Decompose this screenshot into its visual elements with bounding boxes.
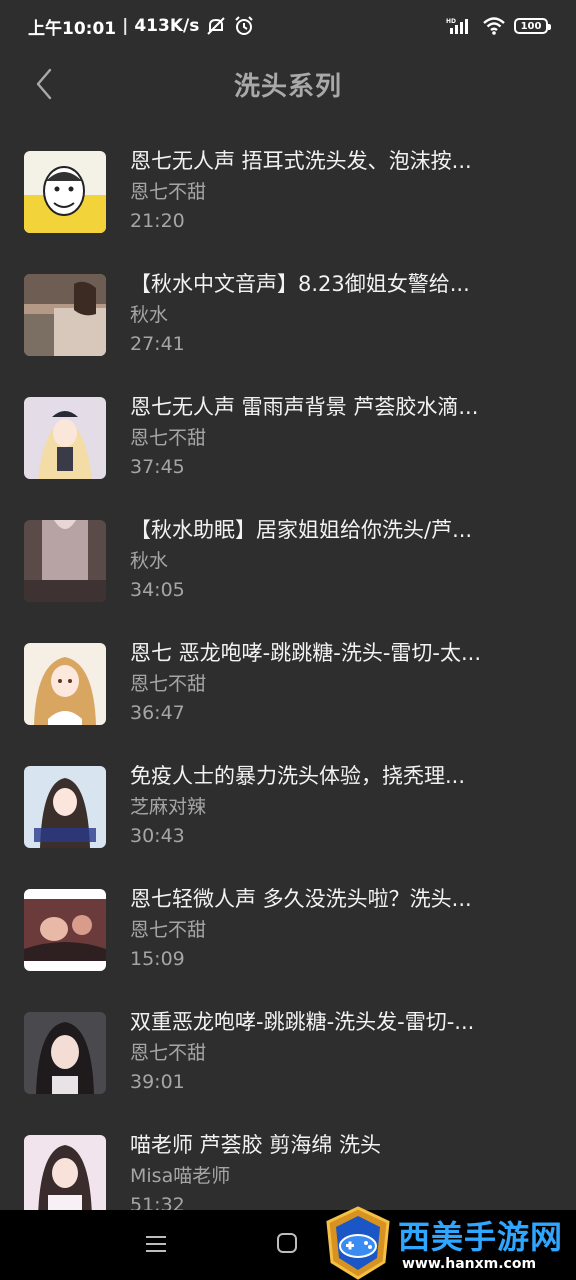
item-duration: 37:45 <box>130 456 185 478</box>
battery-icon: 100 <box>514 18 551 34</box>
list-item[interactable]: 恩七无人声 捂耳式洗头发、泡沫按... 恩七不甜 21:20 <box>0 128 576 251</box>
thumbnail <box>24 766 106 848</box>
status-right: HD 100 <box>446 16 551 36</box>
item-text: 恩七 恶龙咆哮-跳跳糖-洗头-雷切-太... 恩七不甜 36:47 <box>130 638 552 727</box>
list-item[interactable]: 免疫人士的暴力洗头体验，挠秃理... 芝麻对辣 30:43 <box>0 743 576 866</box>
list-item[interactable]: 【秋水助眠】居家姐姐给你洗头/芦... 秋水 34:05 <box>0 497 576 620</box>
item-author: 恩七不甜 <box>130 673 207 695</box>
signal-icon: HD <box>446 16 474 36</box>
item-title: 免疫人士的暴力洗头体验，挠秃理... <box>130 764 466 788</box>
watermark: 西美手游网 www.hanxm.com <box>322 1206 572 1280</box>
item-duration: 36:47 <box>130 702 185 724</box>
item-duration: 39:01 <box>130 1071 185 1093</box>
item-author: 恩七不甜 <box>130 427 207 449</box>
list-item[interactable]: 双重恶龙咆哮-跳跳糖-洗头发-雷切-... 恩七不甜 39:01 <box>0 989 576 1112</box>
network-speed: 413K/s <box>134 16 200 36</box>
wifi-icon <box>482 16 506 36</box>
thumbnail <box>24 1135 106 1210</box>
list-item[interactable]: 恩七轻微人声 多久没洗头啦？洗头... 恩七不甜 15:09 <box>0 866 576 989</box>
status-separator: | <box>122 16 129 36</box>
item-title: 【秋水中文音声】8.23御姐女警给... <box>130 272 470 296</box>
item-author: 恩七不甜 <box>130 919 207 941</box>
page-title: 洗头系列 <box>233 72 342 102</box>
nav-bar: 西美手游网 www.hanxm.com <box>0 1206 576 1280</box>
item-text: 喵老师 芦荟胶 剪海绵 洗头 Misa喵老师 51:32 <box>130 1130 552 1210</box>
item-title: 双重恶龙咆哮-跳跳糖-洗头发-雷切-... <box>130 1010 475 1034</box>
item-title: 恩七无人声 雷雨声背景 芦荟胶水滴... <box>130 395 479 419</box>
item-text: 恩七无人声 捂耳式洗头发、泡沫按... 恩七不甜 21:20 <box>130 146 552 235</box>
status-time: 上午10:01 <box>28 18 117 39</box>
item-text: 双重恶龙咆哮-跳跳糖-洗头发-雷切-... 恩七不甜 39:01 <box>130 1007 552 1096</box>
item-text: 免疫人士的暴力洗头体验，挠秃理... 芝麻对辣 30:43 <box>130 761 552 850</box>
thumbnail <box>24 520 106 602</box>
watermark-name: 西美手游网 <box>398 1218 564 1256</box>
list-item[interactable]: 喵老师 芦荟胶 剪海绵 洗头 Misa喵老师 51:32 <box>0 1112 576 1210</box>
item-author: 芝麻对辣 <box>130 796 207 818</box>
list-item[interactable]: 【秋水中文音声】8.23御姐女警给... 秋水 27:41 <box>0 251 576 374</box>
item-title: 【秋水助眠】居家姐姐给你洗头/芦... <box>130 518 473 542</box>
item-duration: 15:09 <box>130 948 185 970</box>
item-author: 恩七不甜 <box>130 1042 207 1064</box>
menu-icon[interactable] <box>144 1232 168 1256</box>
thumbnail <box>24 643 106 725</box>
item-title: 恩七无人声 捂耳式洗头发、泡沫按... <box>130 149 472 173</box>
thumbnail <box>24 151 106 233</box>
gamepad-logo-icon <box>326 1206 390 1280</box>
screen: 上午10:01 | 413K/s HD 100 洗头系列 恩七无人声 捂耳式洗头… <box>0 0 576 1280</box>
item-text: 【秋水中文音声】8.23御姐女警给... 秋水 27:41 <box>130 269 552 358</box>
item-author: 秋水 <box>130 550 169 572</box>
item-duration: 34:05 <box>130 579 185 601</box>
thumbnail <box>24 1012 106 1094</box>
thumbnail <box>24 397 106 479</box>
status-left: 上午10:01 | 413K/s <box>28 14 255 39</box>
thumbnail <box>24 889 106 971</box>
item-duration: 30:43 <box>130 825 185 847</box>
item-text: 恩七无人声 雷雨声背景 芦荟胶水滴... 恩七不甜 37:45 <box>130 392 552 481</box>
list-item[interactable]: 恩七无人声 雷雨声背景 芦荟胶水滴... 恩七不甜 37:45 <box>0 374 576 497</box>
item-author: 恩七不甜 <box>130 181 207 203</box>
alarm-icon <box>233 15 255 37</box>
item-title: 恩七轻微人声 多久没洗头啦？洗头... <box>130 887 472 911</box>
item-author: 秋水 <box>130 304 169 326</box>
battery-level: 100 <box>520 20 542 32</box>
item-duration: 27:41 <box>130 333 185 355</box>
item-author: Misa喵老师 <box>130 1165 231 1187</box>
list-item[interactable]: 恩七 恶龙咆哮-跳跳糖-洗头-雷切-太... 恩七不甜 36:47 <box>0 620 576 743</box>
item-title: 喵老师 芦荟胶 剪海绵 洗头 <box>130 1133 382 1157</box>
header: 洗头系列 <box>0 52 576 116</box>
hd-label: HD <box>446 18 456 25</box>
item-title: 恩七 恶龙咆哮-跳跳糖-洗头-雷切-太... <box>130 641 482 665</box>
item-text: 恩七轻微人声 多久没洗头啦？洗头... 恩七不甜 15:09 <box>130 884 552 973</box>
item-text: 【秋水助眠】居家姐姐给你洗头/芦... 秋水 34:05 <box>130 515 552 604</box>
home-icon[interactable] <box>276 1232 298 1254</box>
watermark-url: www.hanxm.com <box>402 1256 537 1272</box>
audio-list: 恩七无人声 捂耳式洗头发、泡沫按... 恩七不甜 21:20 【秋水中文音声】8… <box>0 128 576 1210</box>
thumbnail <box>24 274 106 356</box>
status-bar: 上午10:01 | 413K/s HD 100 <box>0 0 576 52</box>
item-duration: 21:20 <box>130 210 185 232</box>
mute-icon <box>205 15 227 37</box>
